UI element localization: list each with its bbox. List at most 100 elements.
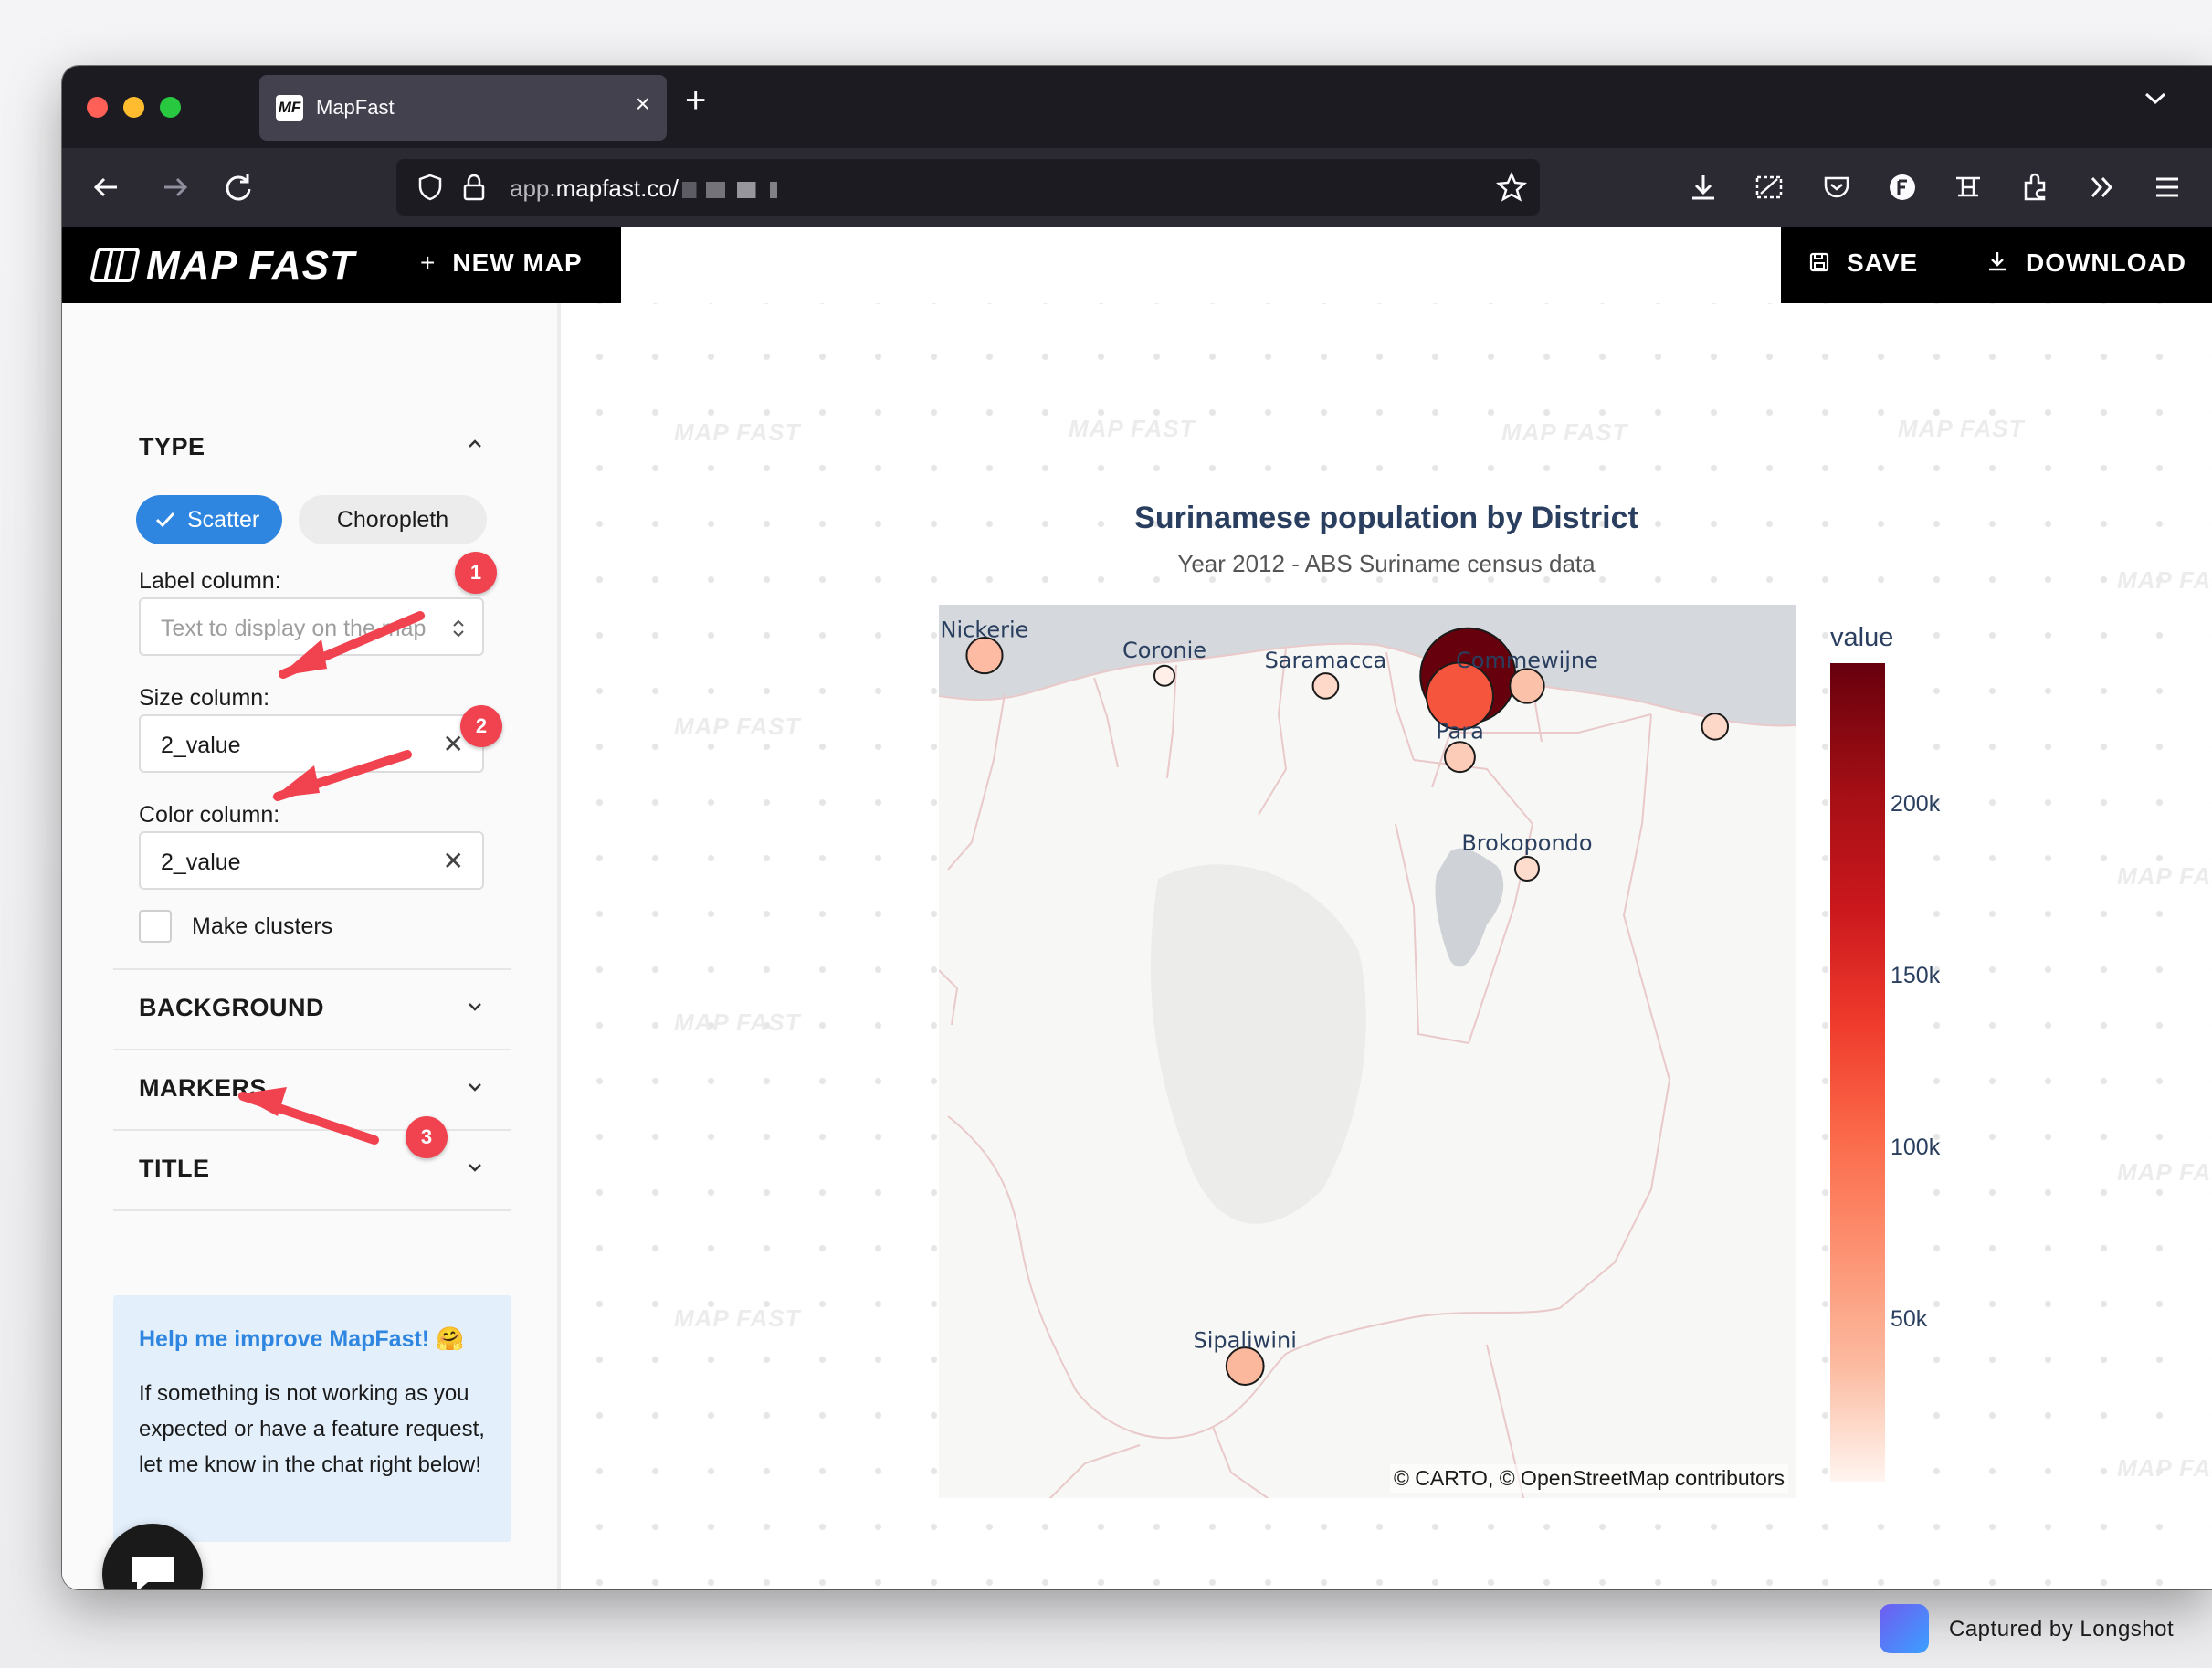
new-tab-icon[interactable]: + [685,80,706,121]
marker-label: Sipaliwini [1194,1328,1297,1354]
map-attribution: © CARTO, © OpenStreetMap contributors [1389,1464,1788,1493]
section-divider [113,1049,511,1050]
extensions-icon[interactable] [2017,168,2055,206]
watermark: MAP FAST [674,1304,801,1332]
label-column-label: Label column: [139,568,281,594]
close-window-button[interactable] [87,97,108,118]
section-divider [113,1129,511,1131]
watermark: MAP FAST [1898,415,2025,442]
chevron-up-icon[interactable] [462,431,488,457]
size-column-select[interactable]: 2_value ✕ [139,714,484,773]
select-updown-icon [453,619,464,638]
bookmark-star-icon[interactable] [1494,170,1529,205]
marker-marowijne[interactable] [1701,713,1730,741]
header-spacer [621,227,1781,303]
color-column-value: 2_value [161,850,241,875]
type-choropleth-button[interactable]: Choropleth [299,495,487,544]
marker-brokopondo[interactable] [1513,855,1540,882]
url-text: app.mapfast.co/ [510,174,802,203]
marker-label: Saramacca [1265,648,1387,673]
browser-toolbar: app.mapfast.co/ [62,148,2212,227]
watermark: MAP FAST [1069,415,1196,442]
watermark: MAP FAST [2117,862,2212,890]
marker-nickerie[interactable] [965,636,1004,675]
reload-icon[interactable] [217,166,259,208]
chevron-down-icon[interactable] [462,994,488,1019]
scatter-layer: Nickerie Coronie Saramacca Commewijne Para Br… [941,618,1730,1386]
pocket-icon[interactable] [1817,168,1856,206]
map-plot-area[interactable]: Nickerie Coronie Saramacca Commewijne Para Br… [939,605,1796,1498]
mapfast-logo-icon [89,248,142,282]
screenshot-icon[interactable] [1750,168,1788,206]
watermark: MAP FAST [1501,418,1628,446]
browser-tab[interactable]: MF MapFast × [259,75,667,141]
download-button[interactable]: DOWNLOAD [1986,248,2186,278]
make-clusters-checkbox[interactable] [139,910,172,943]
forward-arrow-icon[interactable] [153,166,195,208]
marker-label: Para [1436,719,1484,744]
annotation-badge-3: 3 [406,1116,448,1158]
section-title-type[interactable]: TYPE [139,433,205,461]
type-choropleth-label: Choropleth [336,507,449,533]
download-label: DOWNLOAD [2026,248,2186,277]
map-subtitle: Year 2012 - ABS Suriname census data [1177,550,1596,577]
watermark: MAP FAST [674,713,801,740]
chevron-down-icon[interactable] [462,1155,488,1180]
marker-label: Commewijne [1456,648,1598,673]
tab-close-icon[interactable]: × [636,90,650,119]
chat-bubble-icon [132,1557,174,1589]
clear-color-column-icon[interactable]: ✕ [443,846,464,876]
watermark: MAP FAST [674,1008,801,1036]
url-host: mapfast.co/ [555,174,679,202]
label-column-select[interactable]: Text to display on the map [139,597,484,656]
new-map-button[interactable]: + NEW MAP [420,248,583,278]
marker-para[interactable] [1444,741,1476,774]
translate-icon[interactable] [1949,168,1987,206]
settings-sidebar: TYPE Scatter Choropleth Label column: Te… [62,303,561,1589]
marker-commewijne[interactable] [1509,668,1545,704]
url-prefix: app. [510,174,556,202]
marker-saramacca[interactable] [1311,672,1340,700]
section-title-title[interactable]: TITLE [139,1155,210,1183]
more-tools-chevron-icon[interactable] [2082,168,2121,206]
mapfast-favicon-icon: MF [276,95,303,121]
plus-icon: + [420,248,437,277]
chevron-down-icon[interactable] [462,1074,488,1100]
section-title-background[interactable]: BACKGROUND [139,994,324,1022]
maximize-window-button[interactable] [160,97,181,118]
account-icon[interactable] [1883,168,1922,206]
mapfast-logo[interactable]: MAP FAST [89,243,355,289]
annotation-badge-1: 1 [455,552,497,594]
url-bar[interactable]: app.mapfast.co/ [396,159,1540,216]
tab-title: MapFast [316,96,395,119]
watermark: MAP FAST [2117,1454,2212,1482]
colorbar [1830,663,1885,1482]
color-column-label: Color column: [139,802,280,828]
section-divider [113,1209,511,1211]
type-scatter-button[interactable]: Scatter [136,495,282,544]
hamburger-menu-icon[interactable] [2148,168,2186,206]
logo-text: MAP FAST [146,243,355,288]
color-column-select[interactable]: 2_value ✕ [139,831,484,890]
colorbar-tick: 50k [1891,1306,1928,1332]
shield-icon[interactable] [415,172,446,203]
app-header: MAP FAST + NEW MAP SAVE DOWNLOAD [62,227,2212,303]
marker-coronie[interactable] [1153,664,1175,687]
marker-label: Coronie [1122,638,1206,663]
back-arrow-icon[interactable] [86,166,128,208]
capture-credit: Captured by Longshot [1949,1617,2175,1642]
size-column-value: 2_value [161,733,241,758]
minimize-window-button[interactable] [123,97,144,118]
section-divider [113,968,511,970]
new-map-label: NEW MAP [452,248,583,277]
browser-titlebar: MF MapFast × + [62,66,2212,148]
watermark: MAP FAST [674,418,801,446]
section-title-markers[interactable]: MARKERS [139,1074,267,1103]
label-column-placeholder: Text to display on the map [161,616,427,641]
save-button[interactable]: SAVE [1808,248,1918,278]
lock-icon[interactable] [460,172,488,203]
downloads-icon[interactable] [1684,168,1722,206]
map-title: Surinamese population by District [1134,501,1638,535]
list-all-tabs-icon[interactable] [2139,82,2172,115]
colorbar-tick: 100k [1891,1135,1941,1160]
